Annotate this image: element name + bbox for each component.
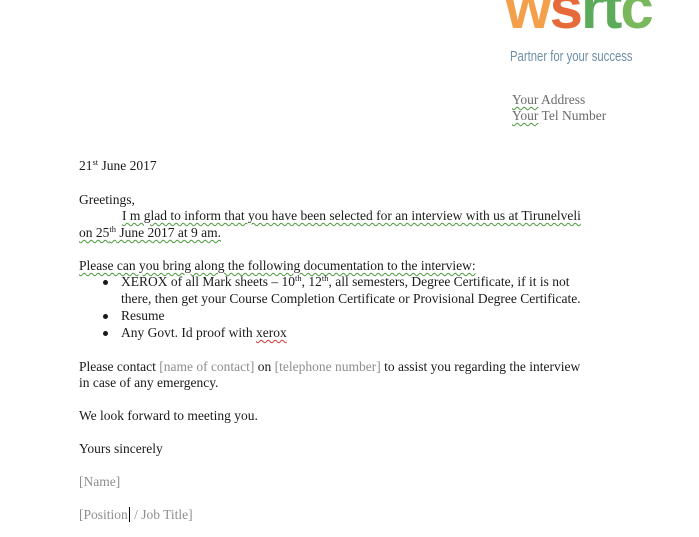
contact-post: to assist you regarding the interview (380, 359, 581, 374)
contact-pre: Please contact (79, 359, 160, 374)
signoff[interactable]: Yours sincerely (79, 441, 163, 457)
contact-line-1[interactable]: Please contact [name of contact] on [tel… (79, 359, 580, 375)
position-placeholder[interactable]: [Position / Job Title] (79, 507, 193, 523)
sender-address[interactable]: Your Address (512, 92, 585, 108)
list-item-1-line-2[interactable]: there, then get your Course Completion C… (121, 291, 581, 307)
list-item-3[interactable]: Any Govt. Id proof with xerox (121, 325, 287, 341)
request-text: Please can you bring along the following… (79, 258, 476, 273)
list-item-1[interactable]: XEROX of all Mark sheets – 10th, 12th, a… (121, 274, 570, 290)
logo-tagline: Partner for your success (510, 49, 633, 65)
bullet-2 (103, 314, 108, 319)
company-logo: wsrtc Partner for your success (505, 0, 654, 78)
contact-mid: on (254, 359, 275, 374)
item1-part-b: , 12 (301, 274, 322, 289)
intro-line-2-rest: June 2017 at 9 am. (116, 225, 221, 240)
closing-line[interactable]: We look forward to meeting you. (79, 408, 258, 424)
list-item-2[interactable]: Resume (121, 308, 165, 324)
position-placeholder-b: / Job Title] (130, 507, 193, 522)
position-placeholder-a: [Position (79, 507, 128, 522)
contact-phone-placeholder[interactable]: [telephone number] (275, 359, 381, 374)
sender-telephone-text: Your Tel Number (512, 108, 607, 123)
letter-date[interactable]: 21st June 2017 (79, 158, 157, 174)
item1-part-a: XEROX of all Mark sheets – 10 (121, 274, 295, 289)
misspelled-word: xerox (256, 325, 287, 340)
intro-line-2-prefix: on 25 (79, 225, 110, 240)
squiggle-word: Your (512, 108, 539, 123)
text-cursor (128, 507, 130, 522)
date-rest: June 2017 (98, 158, 157, 173)
salutation[interactable]: Greetings, (79, 192, 135, 208)
intro-line-2-suffix: th (109, 224, 116, 234)
name-placeholder[interactable]: [Name] (79, 474, 120, 490)
contact-name-placeholder[interactable]: [name of contact] (159, 359, 254, 374)
item1-part-c: , all semesters, Degree Certificate, if … (328, 274, 570, 289)
date-day: 21 (79, 158, 93, 173)
request-line[interactable]: Please can you bring along the following… (79, 258, 476, 274)
bullet-1 (103, 280, 108, 285)
squiggle-word: Your (512, 92, 539, 107)
contact-line-2[interactable]: in case of any emergency. (79, 375, 218, 391)
intro-line-1[interactable]: I m glad to inform that you have been se… (122, 208, 581, 224)
logo-mark: wsrtc (505, 0, 654, 41)
document-page[interactable]: wsrtc Partner for your success Your Addr… (0, 0, 699, 537)
sender-telephone[interactable]: Your Tel Number (512, 108, 606, 124)
item1-sup-1: th (294, 273, 302, 283)
bullet-3 (103, 331, 108, 336)
intro-line-2[interactable]: on 25th June 2017 at 9 am. (79, 225, 221, 241)
sender-address-text: Your Address (512, 92, 586, 107)
